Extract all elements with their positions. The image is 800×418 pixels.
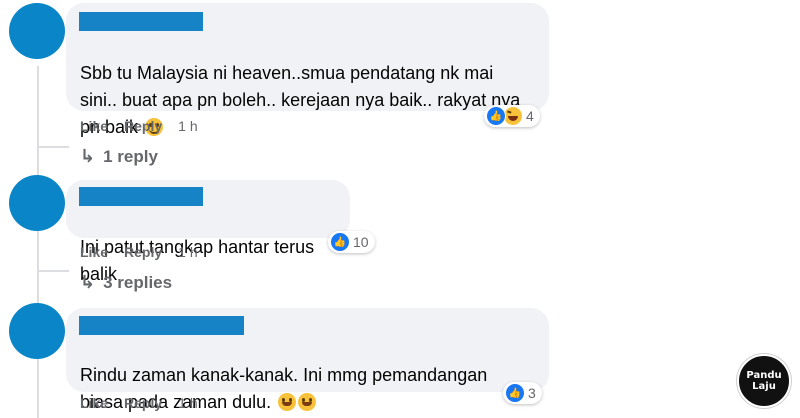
like-button[interactable]: Like (80, 118, 108, 134)
reply-button[interactable]: Reply (124, 118, 162, 134)
timestamp[interactable]: 1 h (178, 244, 197, 260)
reaction-summary[interactable]: 👍 3 (503, 382, 542, 404)
replies-label: 3 replies (103, 272, 173, 292)
logo-text-line2: Laju (752, 381, 776, 392)
reply-arrow-icon: ↳ (80, 272, 96, 292)
like-icon: 👍 (330, 232, 350, 252)
like-icon: 👍 (486, 106, 506, 126)
thread-line (37, 146, 69, 148)
reaction-count: 4 (526, 108, 534, 124)
pandu-laju-logo: Pandu Laju (737, 354, 791, 408)
avatar[interactable] (9, 175, 65, 231)
like-button[interactable]: Like (80, 395, 108, 411)
reply-arrow-icon: ↳ (80, 146, 96, 166)
timestamp[interactable]: 1 h (178, 395, 197, 411)
grin-emoji (298, 393, 317, 411)
timestamp[interactable]: 1 h (178, 118, 197, 134)
author-name-redacted[interactable] (79, 12, 203, 31)
view-replies-link[interactable]: ↳ 1 reply (80, 146, 158, 167)
logo-text-line1: Pandu (746, 370, 782, 381)
comment-actions: Like Reply 1 h (80, 244, 198, 260)
avatar[interactable] (9, 3, 65, 59)
replies-label: 1 reply (103, 146, 158, 166)
reaction-count: 10 (353, 234, 369, 250)
comment-actions: Like Reply 1 h (80, 395, 198, 411)
reply-button[interactable]: Reply (124, 244, 162, 260)
grin-emoji (278, 393, 297, 411)
thread-line (37, 66, 39, 418)
author-name-redacted[interactable] (79, 316, 244, 335)
author-name-redacted[interactable] (79, 187, 203, 206)
comment-actions: Like Reply 1 h (80, 118, 198, 134)
like-icon: 👍 (505, 383, 525, 403)
like-button[interactable]: Like (80, 244, 108, 260)
reaction-count: 3 (528, 385, 536, 401)
reaction-summary[interactable]: 👍 4 (484, 105, 540, 127)
avatar[interactable] (9, 303, 65, 359)
view-replies-link[interactable]: ↳ 3 replies (80, 272, 172, 293)
reaction-summary[interactable]: 👍 10 (328, 231, 375, 253)
thread-line (37, 270, 69, 272)
reply-button[interactable]: Reply (124, 395, 162, 411)
haha-icon (503, 106, 523, 126)
